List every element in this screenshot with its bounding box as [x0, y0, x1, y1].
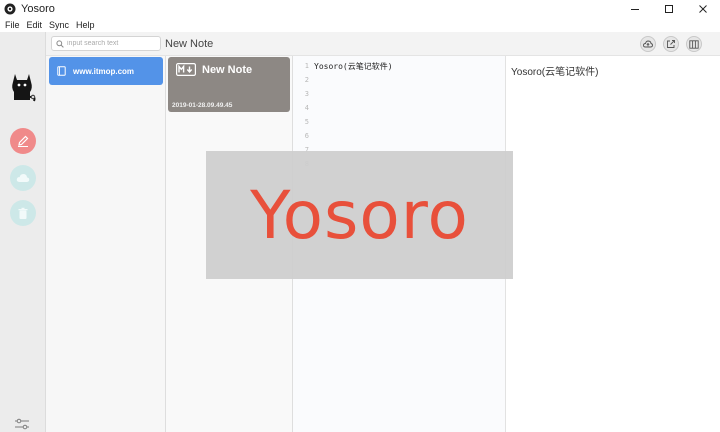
- menu-file[interactable]: File: [5, 20, 20, 30]
- maximize-button[interactable]: [652, 0, 686, 18]
- current-note-title: New Note: [165, 38, 214, 50]
- menu-bar: File Edit Sync Help: [0, 18, 720, 32]
- search-box: [51, 36, 161, 51]
- columns-icon: [689, 39, 699, 49]
- upload-cloud-button[interactable]: [640, 36, 656, 52]
- editor-line: 4: [293, 101, 314, 115]
- minimize-icon: [631, 9, 639, 10]
- export-button[interactable]: [663, 36, 679, 52]
- line-text: Yosoro(云笔记软件): [314, 61, 393, 71]
- window-controls: [618, 0, 720, 18]
- new-note-button[interactable]: [10, 128, 36, 154]
- watermark-overlay: Yosoro: [206, 151, 513, 279]
- editor-line: 5: [293, 115, 314, 129]
- line-number: 5: [304, 118, 309, 126]
- line-number: 2: [304, 76, 309, 84]
- editor-line: 1 Yosoro(云笔记软件): [293, 59, 393, 73]
- note-card[interactable]: New Note 2019-01-28.09.49.45: [168, 57, 290, 112]
- close-button[interactable]: [686, 0, 720, 18]
- cloud-icon: [16, 174, 30, 182]
- notebook-label: www.itmop.com: [73, 66, 135, 76]
- settings-sliders-icon[interactable]: [14, 418, 30, 432]
- note-card-date: 2019-01-28.09.49.45: [172, 102, 233, 109]
- menu-sync[interactable]: Sync: [49, 20, 69, 30]
- toolbar: New Note: [46, 32, 720, 56]
- app-icon: [4, 3, 16, 15]
- notebook-item[interactable]: www.itmop.com: [49, 57, 163, 85]
- line-number: 3: [304, 90, 309, 98]
- menu-edit[interactable]: Edit: [27, 20, 43, 30]
- markdown-icon: [176, 63, 196, 79]
- note-card-title: New Note: [202, 64, 253, 76]
- title-bar: Yosoro: [0, 0, 720, 18]
- maximize-icon: [665, 5, 673, 13]
- trash-icon: [18, 207, 28, 219]
- close-icon: [699, 5, 707, 13]
- window-title: Yosoro: [21, 3, 55, 15]
- preview-text: Yosoro(云笔记软件): [511, 67, 599, 78]
- watermark-text: Yosoro: [250, 176, 469, 254]
- trash-button[interactable]: [10, 200, 36, 226]
- editor-line: 3: [293, 87, 314, 101]
- editor-line: 6: [293, 129, 314, 143]
- editor-line: 2: [293, 73, 314, 87]
- notebook-icon: [57, 66, 66, 76]
- edit-icon: [18, 135, 29, 147]
- cloud-button[interactable]: [10, 165, 36, 191]
- line-number: 6: [304, 132, 309, 140]
- layout-columns-button[interactable]: [686, 36, 702, 52]
- search-icon: [56, 39, 64, 48]
- export-icon: [667, 40, 675, 48]
- line-number: 1: [304, 62, 309, 70]
- search-input[interactable]: [67, 40, 157, 47]
- minimize-button[interactable]: [618, 0, 652, 18]
- upload-cloud-icon: [643, 40, 653, 48]
- markdown-preview: Yosoro(云笔记软件): [506, 56, 720, 432]
- left-rail: [0, 32, 46, 432]
- menu-help[interactable]: Help: [76, 20, 95, 30]
- cat-logo-icon: [8, 70, 36, 107]
- notebook-list: www.itmop.com: [46, 56, 166, 432]
- line-number: 4: [304, 104, 309, 112]
